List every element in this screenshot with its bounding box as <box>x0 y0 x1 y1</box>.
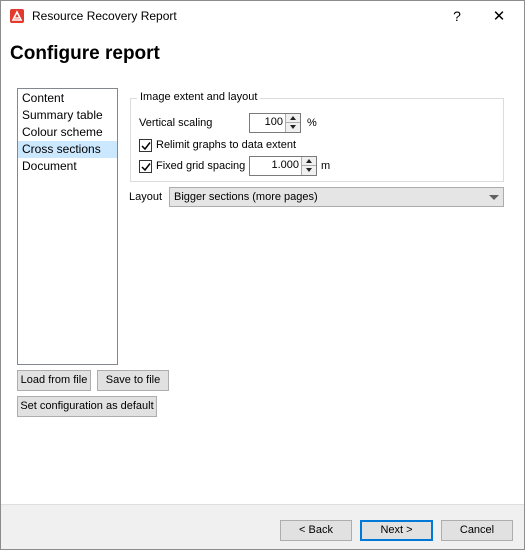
checkmark-icon <box>141 142 151 151</box>
set-default-config-button[interactable]: Set configuration as default <box>17 396 157 417</box>
nav-item-content[interactable]: Content <box>18 90 117 107</box>
layout-dropdown[interactable]: Bigger sections (more pages) <box>169 187 504 207</box>
next-button[interactable]: Next > <box>360 520 433 541</box>
layout-label: Layout <box>129 191 163 203</box>
save-to-file-button[interactable]: Save to file <box>97 370 169 391</box>
vertical-scaling-value[interactable]: 100 <box>265 116 283 128</box>
fixed-grid-spinbox[interactable]: 1.000 <box>249 156 317 176</box>
cancel-button[interactable]: Cancel <box>441 520 513 541</box>
vertical-scaling-spin-buttons <box>285 114 300 132</box>
chevron-down-icon <box>489 195 499 200</box>
header: Configure report <box>1 32 524 78</box>
nav-item-colour-scheme[interactable]: Colour scheme <box>18 124 117 141</box>
nav-item-cross-sections[interactable]: Cross sections <box>18 141 117 158</box>
vertical-scaling-spinbox[interactable]: 100 <box>249 113 301 133</box>
fixed-grid-spin-buttons <box>301 157 316 175</box>
spin-up-arrow-icon[interactable] <box>286 114 300 123</box>
close-button[interactable]: ✕ <box>479 1 519 32</box>
fixed-grid-label[interactable]: Fixed grid spacing <box>156 160 245 172</box>
help-button[interactable]: ? <box>437 1 477 32</box>
spin-down-arrow-icon[interactable] <box>302 166 316 175</box>
relimit-label[interactable]: Relimit graphs to data extent <box>156 139 296 151</box>
dialog-window: Resource Recovery Report ? ✕ Configure r… <box>0 0 525 550</box>
vertical-scaling-unit: % <box>307 117 317 129</box>
section-list[interactable]: Content Summary table Colour scheme Cros… <box>17 88 118 365</box>
window-title: Resource Recovery Report <box>32 9 177 23</box>
nav-item-document[interactable]: Document <box>18 158 117 175</box>
image-extent-group: Image extent and layout Vertical scaling… <box>130 91 504 182</box>
content-area: Content Summary table Colour scheme Cros… <box>1 78 524 504</box>
fixed-grid-checkbox[interactable] <box>139 160 152 173</box>
fixed-grid-value[interactable]: 1.000 <box>271 159 299 171</box>
group-title: Image extent and layout <box>137 91 261 103</box>
spin-up-arrow-icon[interactable] <box>302 157 316 166</box>
vertical-scaling-label: Vertical scaling <box>139 117 213 129</box>
fixed-grid-unit: m <box>321 160 331 172</box>
nav-item-summary-table[interactable]: Summary table <box>18 107 117 124</box>
page-title: Configure report <box>10 43 160 64</box>
layout-selected-value: Bigger sections (more pages) <box>174 191 318 203</box>
load-from-file-button[interactable]: Load from file <box>17 370 91 391</box>
spin-down-arrow-icon[interactable] <box>286 123 300 132</box>
footer: < Back Next > Cancel <box>1 504 524 549</box>
checkmark-icon <box>141 163 151 172</box>
relimit-checkbox[interactable] <box>139 139 152 152</box>
back-button[interactable]: < Back <box>280 520 352 541</box>
app-logo-icon <box>10 9 24 23</box>
title-bar[interactable]: Resource Recovery Report ? ✕ <box>1 1 524 32</box>
